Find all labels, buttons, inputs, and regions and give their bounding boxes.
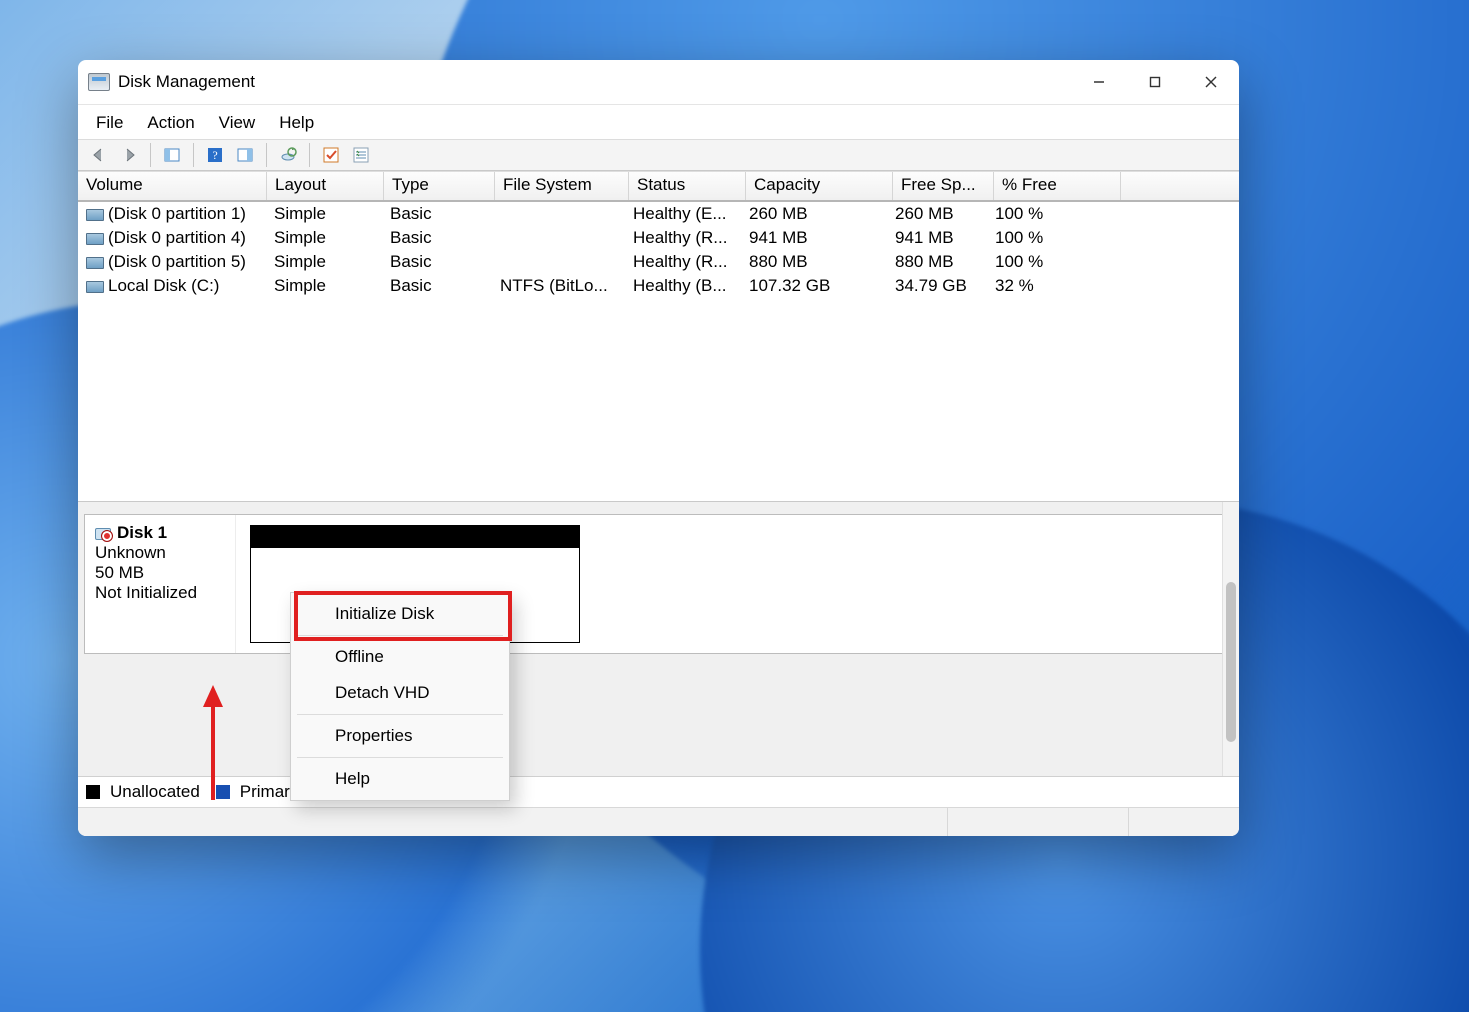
volume-icon [86,281,104,293]
menu-view[interactable]: View [207,109,268,137]
scrollbar-thumb[interactable] [1226,582,1236,742]
disk1-name: Disk 1 [117,523,167,543]
disk1-state: Not Initialized [95,583,225,603]
cell-type: Basic [382,252,492,272]
cell-type: Basic [382,276,492,296]
cell-volume: (Disk 0 partition 5) [78,252,266,272]
cell-free: 941 MB [887,228,987,248]
cell-layout: Simple [266,252,382,272]
col-filesystem[interactable]: File System [495,172,629,200]
titlebar[interactable]: Disk Management [78,60,1239,104]
cell-type: Basic [382,204,492,224]
help-button[interactable]: ? [201,143,229,167]
show-hide-console-tree-button[interactable] [158,143,186,167]
svg-text:?: ? [212,148,217,162]
cell-capacity: 880 MB [741,252,887,272]
app-icon [88,73,110,91]
table-row[interactable]: (Disk 0 partition 5) SimpleBasic Healthy (… [78,250,1239,274]
refresh-disk-button[interactable] [274,143,302,167]
volume-icon [86,257,104,269]
col-status[interactable]: Status [629,172,746,200]
disk-row-disk1[interactable]: Disk 1 Unknown 50 MB Not Initialized [84,514,1223,654]
show-hide-action-pane-button[interactable] [231,143,259,167]
cell-volume-text: (Disk 0 partition 4) [108,228,246,247]
ctx-initialize-disk[interactable]: Initialize Disk [291,596,509,632]
menu-action[interactable]: Action [135,109,206,137]
volume-icon [86,209,104,221]
cell-volume: Local Disk (C:) [78,276,266,296]
disk-uninitialized-icon [95,526,111,540]
ctx-help[interactable]: Help [291,761,509,797]
col-type[interactable]: Type [384,172,495,200]
col-volume[interactable]: Volume [78,172,267,200]
cell-volume: (Disk 0 partition 1) [78,204,266,224]
cell-layout: Simple [266,276,382,296]
cell-status: Healthy (E... [625,204,741,224]
cell-pct: 100 % [987,204,1113,224]
cell-free: 880 MB [887,252,987,272]
window-title: Disk Management [118,72,1071,92]
cell-status: Healthy (R... [625,228,741,248]
cell-pct: 100 % [987,252,1113,272]
disk-graphical-panel: Disk 1 Unknown 50 MB Not Initialized [78,502,1239,776]
legend-swatch-unallocated [86,785,100,799]
unallocated-stripe [251,526,579,548]
cell-layout: Simple [266,204,382,224]
status-cell-1 [78,808,948,836]
apply-check-button[interactable] [317,143,345,167]
status-cell-2 [948,808,1129,836]
cell-layout: Simple [266,228,382,248]
col-freespace[interactable]: Free Sp... [893,172,994,200]
col-pctfree[interactable]: % Free [994,172,1121,200]
legend-bar: Unallocated Primary partition [78,776,1239,807]
table-row[interactable]: (Disk 0 partition 1) SimpleBasic Healthy (… [78,202,1239,226]
cell-pct: 32 % [987,276,1113,296]
nav-forward-button[interactable] [115,143,143,167]
cell-status: Healthy (R... [625,252,741,272]
menubar: File Action View Help [78,104,1239,139]
col-capacity[interactable]: Capacity [746,172,893,200]
disk1-kind: Unknown [95,543,225,563]
cell-type: Basic [382,228,492,248]
status-cell-3 [1129,808,1239,836]
disk1-info[interactable]: Disk 1 Unknown 50 MB Not Initialized [85,515,236,653]
nav-back-button[interactable] [85,143,113,167]
list-settings-button[interactable] [347,143,375,167]
col-layout[interactable]: Layout [267,172,384,200]
disk-panel-scrollbar[interactable] [1222,502,1239,776]
volume-icon [86,233,104,245]
legend-label-unallocated: Unallocated [110,782,200,802]
cell-capacity: 941 MB [741,228,887,248]
volume-table-header: Volume Layout Type File System Status Ca… [78,171,1239,202]
table-row[interactable]: Local Disk (C:) SimpleBasicNTFS (BitLo...… [78,274,1239,298]
cell-volume-text: Local Disk (C:) [108,276,219,295]
cell-volume-text: (Disk 0 partition 1) [108,204,246,223]
cell-capacity: 107.32 GB [741,276,887,296]
ctx-offline[interactable]: Offline [291,639,509,675]
table-row[interactable]: (Disk 0 partition 4) SimpleBasic Healthy (… [78,226,1239,250]
toolbar: ? [78,139,1239,171]
disk-context-menu: Initialize Disk Offline Detach VHD Prope… [290,592,510,801]
cell-capacity: 260 MB [741,204,887,224]
status-bar [78,807,1239,836]
cell-volume-text: (Disk 0 partition 5) [108,252,246,271]
disk1-size: 50 MB [95,563,225,583]
cell-volume: (Disk 0 partition 4) [78,228,266,248]
menu-file[interactable]: File [84,109,135,137]
minimize-button[interactable] [1071,60,1127,104]
disk-management-window: Disk Management File Action View Help [78,60,1239,836]
cell-free: 34.79 GB [887,276,987,296]
ctx-detach-vhd[interactable]: Detach VHD [291,675,509,711]
legend-swatch-primary [216,785,230,799]
menu-help[interactable]: Help [267,109,326,137]
cell-fs: NTFS (BitLo... [492,276,625,296]
cell-status: Healthy (B... [625,276,741,296]
ctx-properties[interactable]: Properties [291,718,509,754]
volume-table: Volume Layout Type File System Status Ca… [78,171,1239,502]
close-button[interactable] [1183,60,1239,104]
maximize-button[interactable] [1127,60,1183,104]
cell-pct: 100 % [987,228,1113,248]
cell-free: 260 MB [887,204,987,224]
